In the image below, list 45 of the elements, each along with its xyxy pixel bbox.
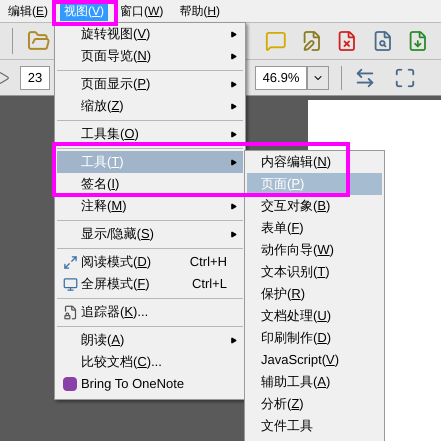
menu-item[interactable]: 阅读模式(D) Ctrl+H bbox=[57, 251, 243, 273]
menu-item[interactable]: 表单(F) bbox=[247, 217, 382, 239]
menu-item[interactable]: 内容编辑(N) bbox=[247, 151, 382, 173]
menu-item[interactable]: 辅助工具(A) bbox=[247, 371, 382, 393]
menu-bar-item[interactable]: 窗口(W) bbox=[116, 1, 168, 21]
menu-item[interactable]: 分析(Z) bbox=[247, 393, 382, 415]
document-delete-icon[interactable] bbox=[336, 30, 358, 52]
next-page-icon[interactable] bbox=[0, 70, 10, 84]
menu-item[interactable]: 文档处理(U) bbox=[247, 305, 382, 327]
page-number-field[interactable]: 23 bbox=[20, 66, 50, 90]
fit-width-icon[interactable] bbox=[354, 66, 376, 88]
menu-item[interactable]: 工具集(O) bbox=[57, 123, 243, 145]
menu-item[interactable]: 追踪器(K)... bbox=[57, 301, 243, 323]
zoom-dropdown-button[interactable] bbox=[307, 66, 329, 90]
highlight-frame bbox=[52, 0, 118, 26]
menu-item[interactable]: 文本识别(T) bbox=[247, 261, 382, 283]
shortcut-label: Ctrl+L bbox=[192, 275, 227, 294]
expand-icon bbox=[62, 254, 78, 270]
menu-item[interactable]: JavaScript(V) bbox=[247, 349, 382, 371]
zoom-field[interactable]: 46.9% bbox=[255, 66, 307, 90]
menu-item[interactable]: 注释(M) bbox=[57, 195, 243, 217]
menu-item[interactable]: 交互对象(B) bbox=[247, 195, 382, 217]
menu-bar-item[interactable]: 编辑(E) bbox=[4, 1, 52, 21]
document-lock-icon bbox=[62, 304, 78, 320]
menu-item[interactable]: 页面显示(P) bbox=[57, 73, 243, 95]
menu-item[interactable]: 显示/隐藏(S) bbox=[57, 223, 243, 245]
menu-item[interactable]: 文件工具 bbox=[247, 415, 382, 437]
menu-item[interactable]: 旋转视图(V) bbox=[57, 23, 243, 45]
menu-item[interactable]: 页面导览(N) bbox=[57, 45, 243, 67]
fit-page-icon[interactable] bbox=[394, 66, 416, 88]
menu-item[interactable]: 全屏模式(F) Ctrl+L bbox=[57, 273, 243, 295]
menu-item[interactable]: 签名(I) bbox=[57, 173, 243, 195]
menu-item[interactable]: 保护(R) bbox=[247, 283, 382, 305]
folder-icon[interactable] bbox=[26, 29, 51, 53]
menu-item[interactable]: 印刷制作(D) bbox=[247, 327, 382, 349]
menu-item[interactable]: Bring To OneNote bbox=[57, 373, 243, 395]
monitor-icon bbox=[62, 276, 78, 292]
document-search-icon[interactable] bbox=[372, 30, 394, 52]
menu-item[interactable]: 缩放(Z) bbox=[57, 95, 243, 117]
menu-bar-item[interactable]: 帮助(H) bbox=[175, 1, 224, 21]
menu-item[interactable]: 动作向导(W) bbox=[247, 239, 382, 261]
menu-item[interactable]: 比较文档(C)... bbox=[57, 351, 243, 373]
menu-item[interactable]: 朗读(A) bbox=[57, 329, 243, 351]
document-pen-icon[interactable] bbox=[300, 30, 322, 52]
shortcut-label: Ctrl+H bbox=[190, 253, 227, 272]
